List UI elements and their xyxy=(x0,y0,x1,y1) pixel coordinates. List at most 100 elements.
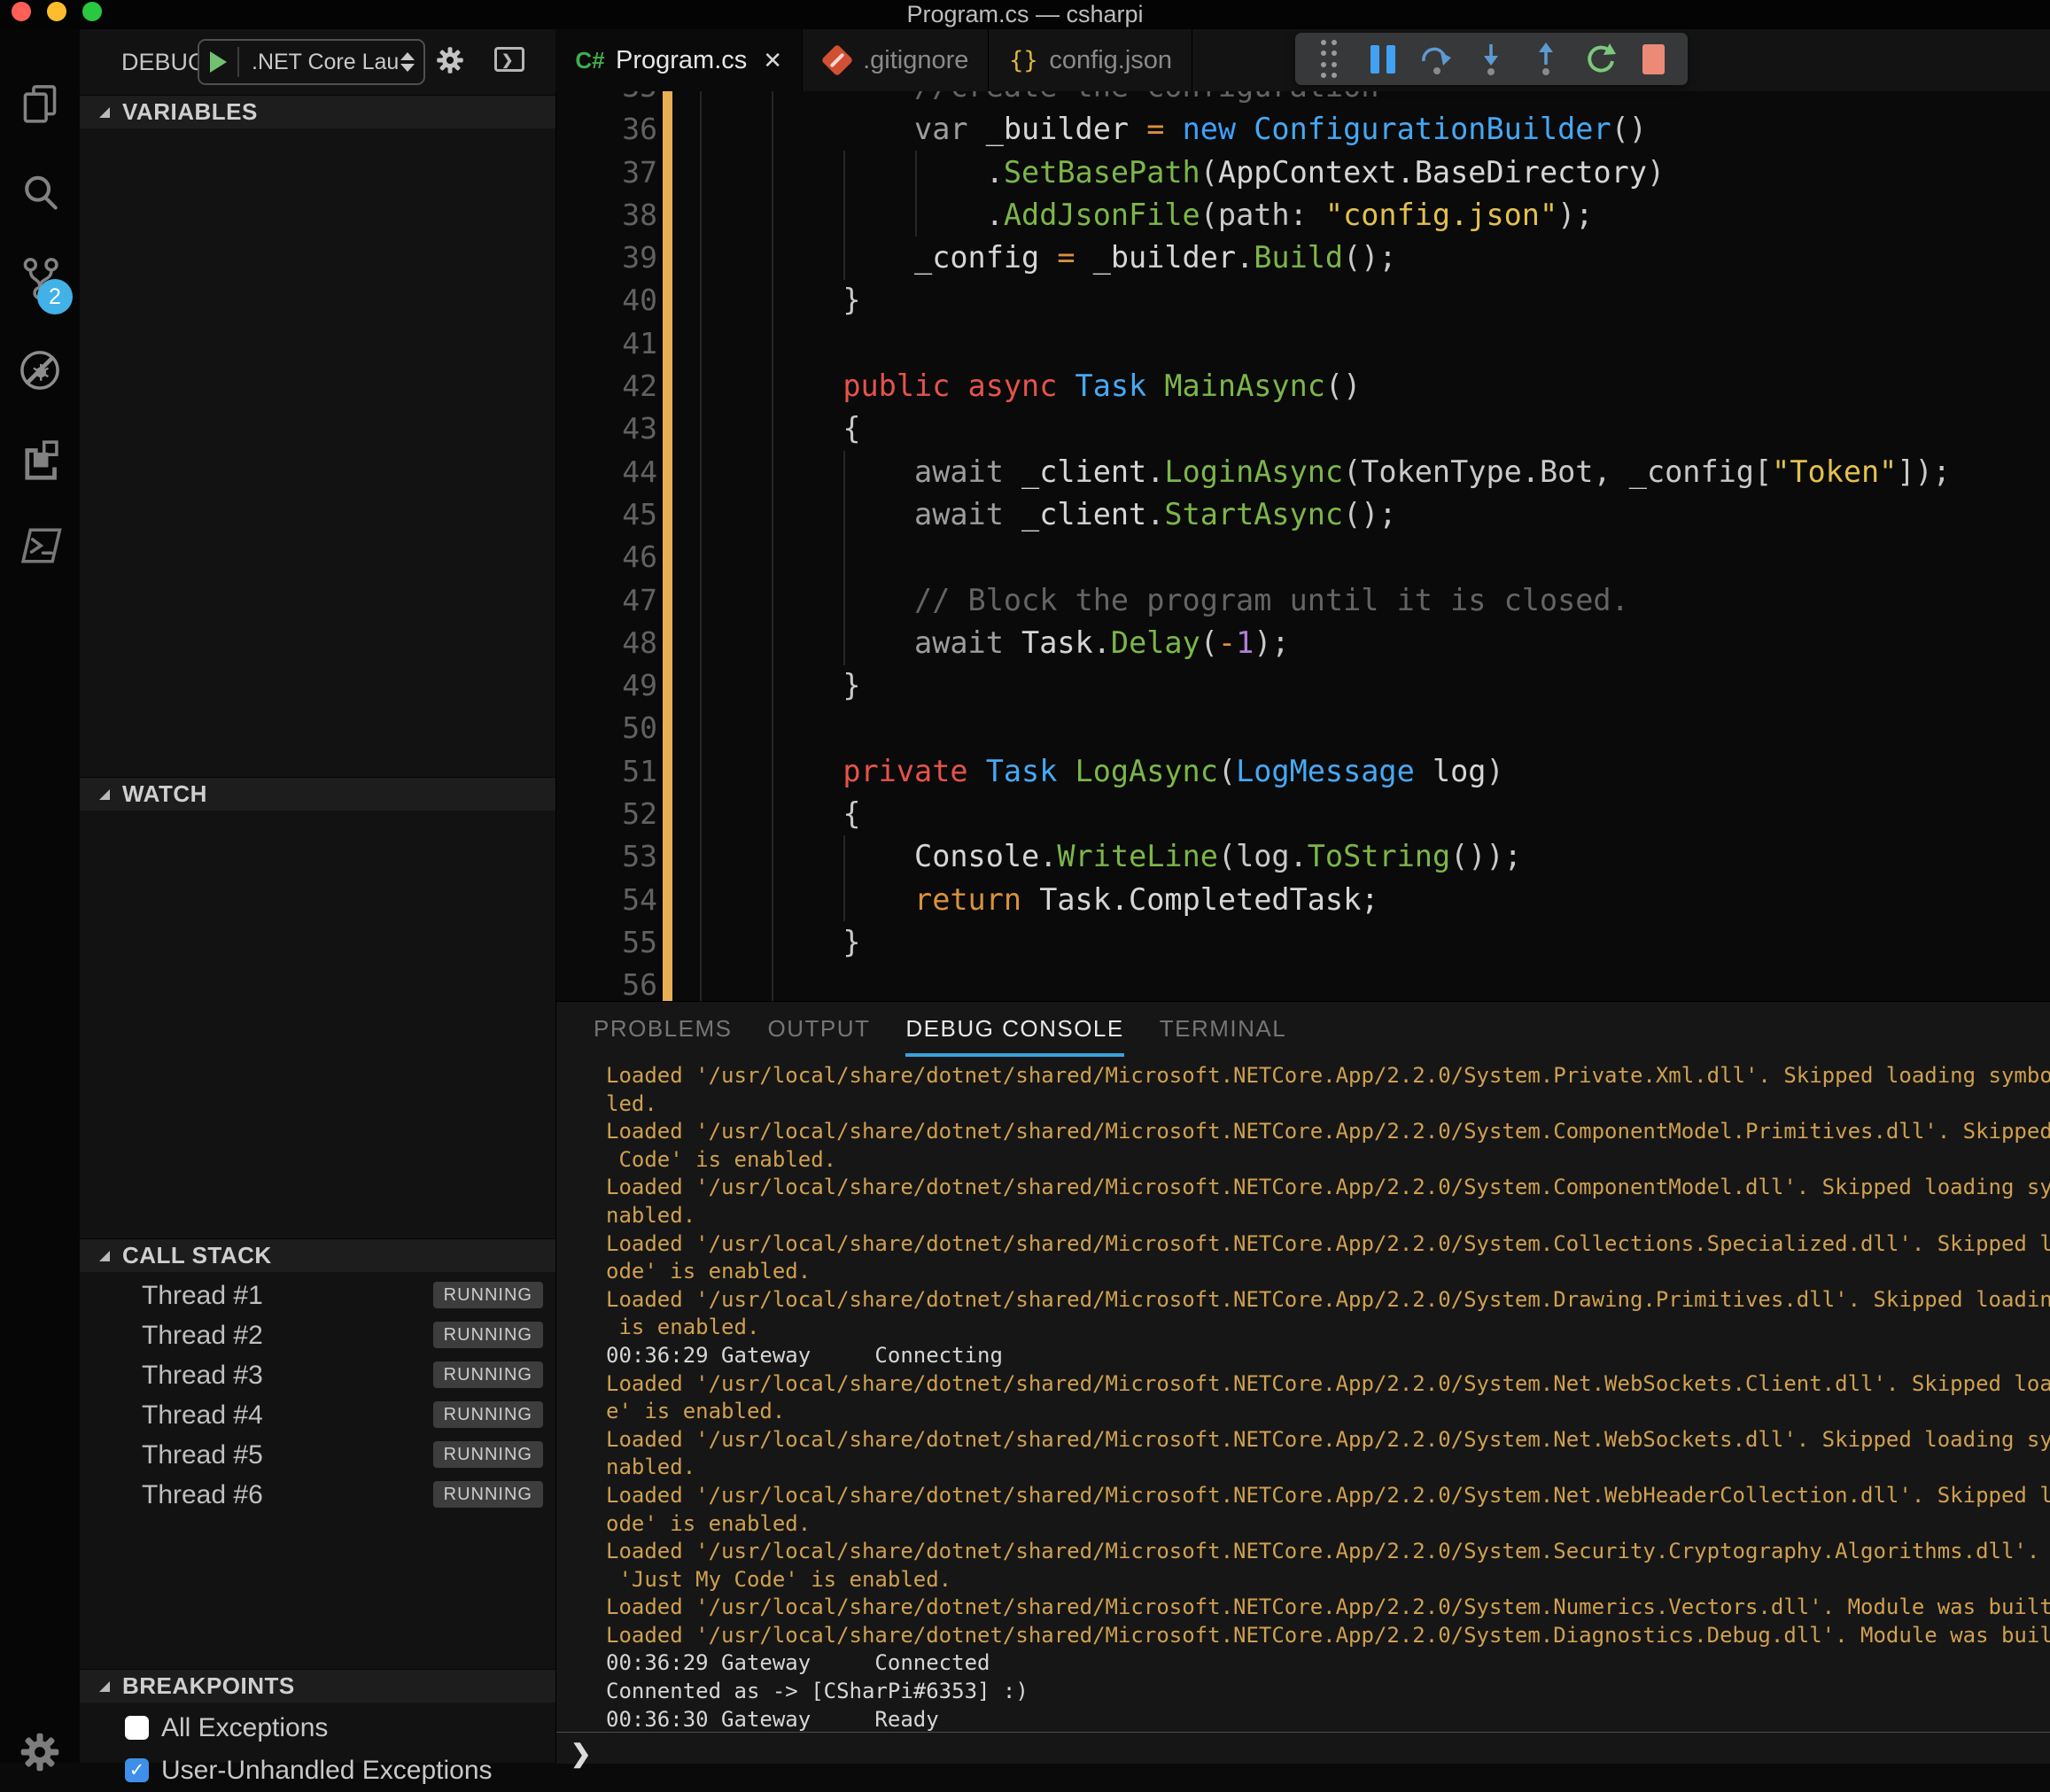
token-punct: () xyxy=(1611,112,1647,146)
call-stack-section-header[interactable]: CALL STACK xyxy=(80,1238,555,1272)
call-stack-thread-row[interactable]: Thread #2RUNNING xyxy=(80,1315,555,1355)
pause-button[interactable] xyxy=(1363,40,1402,79)
line-number: 56 xyxy=(573,964,657,1001)
gear-icon[interactable] xyxy=(434,44,466,76)
chevron-expanded-icon xyxy=(99,789,110,800)
code-line[interactable]: .SetBasePath(AppContext.BaseDirectory) xyxy=(700,151,1951,194)
activity-bar: 2 xyxy=(0,29,80,1763)
console-line: nabled. xyxy=(555,1454,2050,1482)
panel-tab-problems[interactable]: PROBLEMS xyxy=(594,1015,733,1057)
terminal-icon[interactable] xyxy=(11,516,69,575)
search-icon[interactable] xyxy=(11,164,69,222)
code-line[interactable]: await _client.LoginAsync(TokenType.Bot, … xyxy=(700,451,1951,493)
thread-name: Thread #2 xyxy=(142,1315,263,1355)
panel-tab-debug-console[interactable]: DEBUG CONSOLE xyxy=(905,1015,1123,1057)
line-number: 41 xyxy=(573,322,657,365)
code-line[interactable] xyxy=(700,322,1951,365)
line-number: 46 xyxy=(573,536,657,578)
code-line[interactable]: // Block the program until it is closed. xyxy=(700,579,1951,622)
open-console-icon[interactable]: ❯ xyxy=(494,47,524,72)
step-into-button[interactable] xyxy=(1471,40,1510,79)
bottom-panel: PROBLEMS OUTPUT DEBUG CONSOLE TERMINAL Load… xyxy=(555,1001,2050,1764)
code-editor[interactable]: 3536373839404142434445464748495051525354… xyxy=(555,29,2050,1001)
call-stack-thread-row[interactable]: Thread #6RUNNING xyxy=(80,1475,555,1515)
token-method: ToString xyxy=(1308,839,1450,873)
close-tab-icon[interactable]: ✕ xyxy=(763,47,782,74)
call-stack-thread-row[interactable]: Thread #4RUNNING xyxy=(80,1395,555,1435)
code-line[interactable]: return Task.CompletedTask; xyxy=(700,879,1951,921)
token-method: LogAsync xyxy=(1075,754,1218,788)
settings-gear-icon[interactable] xyxy=(11,1723,69,1781)
chevron-expanded-icon xyxy=(99,1251,110,1261)
line-number: 40 xyxy=(573,279,657,322)
token-method: MainAsync xyxy=(1164,368,1325,403)
extensions-icon[interactable] xyxy=(11,430,69,488)
breakpoint-row[interactable]: All Exceptions xyxy=(80,1709,555,1749)
code-line[interactable]: var _builder = new ConfigurationBuilder(… xyxy=(700,108,1951,151)
toolbar-drag-handle[interactable] xyxy=(1309,40,1348,79)
checkbox-unchecked[interactable] xyxy=(125,1716,149,1740)
call-stack-thread-row[interactable]: Thread #3RUNNING xyxy=(80,1355,555,1395)
launch-configuration-label: .NET Core Laun xyxy=(239,50,399,75)
step-over-button[interactable] xyxy=(1417,40,1456,79)
token-string: "config.json" xyxy=(1325,198,1557,232)
tab-program-cs[interactable]: C#Program.cs✕ xyxy=(555,29,803,91)
code-line[interactable]: { xyxy=(700,407,1951,450)
console-line: ode' is enabled. xyxy=(555,1510,2050,1539)
debug-console-output[interactable]: Loaded '/usr/local/share/dotnet/shared/M… xyxy=(555,1062,2050,1734)
thread-status-badge: RUNNING xyxy=(433,1441,543,1468)
launch-configuration-select[interactable]: .NET Core Laun xyxy=(198,39,425,85)
start-debug-icon[interactable] xyxy=(210,51,227,73)
watch-section-header[interactable]: WATCH xyxy=(80,777,555,811)
code-line[interactable]: public async Task MainAsync() xyxy=(700,365,1951,407)
call-stack-thread-row[interactable]: Thread #5RUNNING xyxy=(80,1435,555,1475)
code-line[interactable]: { xyxy=(700,793,1951,835)
code-line[interactable] xyxy=(700,707,1951,749)
token-punct: (TokenType.Bot, _config[ xyxy=(1343,454,1772,489)
token-method: LoginAsync xyxy=(1164,454,1343,489)
code-line[interactable] xyxy=(700,536,1951,578)
line-number: 54 xyxy=(573,879,657,921)
code-line[interactable]: await Task.Delay(-1); xyxy=(700,622,1951,664)
token-punct: ) xyxy=(1647,155,1665,190)
console-line: Loaded '/usr/local/share/dotnet/shared/M… xyxy=(555,1370,2050,1399)
stop-button[interactable] xyxy=(1635,40,1673,79)
code-line[interactable]: Console.WriteLine(log.ToString()); xyxy=(700,835,1951,878)
console-input-prompt[interactable]: ❯ xyxy=(571,1739,591,1768)
window-title: Program.cs — csharpi xyxy=(0,0,2050,29)
checkbox-checked[interactable]: ✓ xyxy=(125,1758,149,1782)
console-line: Connented as -> [CSharPi#6353] :) xyxy=(555,1678,2050,1706)
console-line: Loaded '/usr/local/share/dotnet/shared/M… xyxy=(555,1286,2050,1315)
step-out-button[interactable] xyxy=(1526,40,1565,79)
restart-button[interactable] xyxy=(1580,40,1619,79)
code-line[interactable]: await _client.StartAsync(); xyxy=(700,493,1951,536)
code-line[interactable] xyxy=(700,964,1951,1001)
token-string: "Token" xyxy=(1772,454,1897,489)
code-content[interactable]: //create the configuration var _builder … xyxy=(700,66,1951,1001)
code-line[interactable]: } xyxy=(700,279,1951,322)
token-comment: // Block the program until it is closed. xyxy=(700,583,1629,617)
breakpoints-section-header[interactable]: BREAKPOINTS xyxy=(80,1669,555,1703)
variables-section-header[interactable]: VARIABLES xyxy=(80,95,555,128)
code-line[interactable]: } xyxy=(700,664,1951,707)
token-kwRed: public async xyxy=(700,368,1075,403)
breakpoint-row[interactable]: ✓User-Unhandled Exceptions xyxy=(80,1751,555,1792)
line-number: 52 xyxy=(573,793,657,835)
console-line: Code' is enabled. xyxy=(555,1146,2050,1175)
call-stack-thread-row[interactable]: Thread #1RUNNING xyxy=(80,1276,555,1315)
code-line[interactable]: } xyxy=(700,921,1951,964)
explorer-icon[interactable] xyxy=(11,75,69,134)
code-line[interactable]: _config = _builder.Build(); xyxy=(700,237,1951,279)
token-punct: { xyxy=(700,411,861,446)
token-kwGray: await xyxy=(700,497,1021,531)
tab-config-json[interactable]: {}config.json xyxy=(989,29,1192,91)
panel-tab-output[interactable]: OUTPUT xyxy=(768,1015,871,1057)
panel-tab-terminal[interactable]: TERMINAL xyxy=(1160,1015,1286,1057)
code-line[interactable]: .AddJsonFile(path: "config.json"); xyxy=(700,194,1951,237)
thread-name: Thread #4 xyxy=(142,1395,263,1435)
debug-icon[interactable] xyxy=(11,341,69,400)
token-punct: ( xyxy=(1200,155,1218,190)
code-line[interactable]: private Task LogAsync(LogMessage log) xyxy=(700,750,1951,793)
tab--gitignore[interactable]: .gitignore xyxy=(803,29,989,91)
token-op: = xyxy=(1146,112,1182,146)
